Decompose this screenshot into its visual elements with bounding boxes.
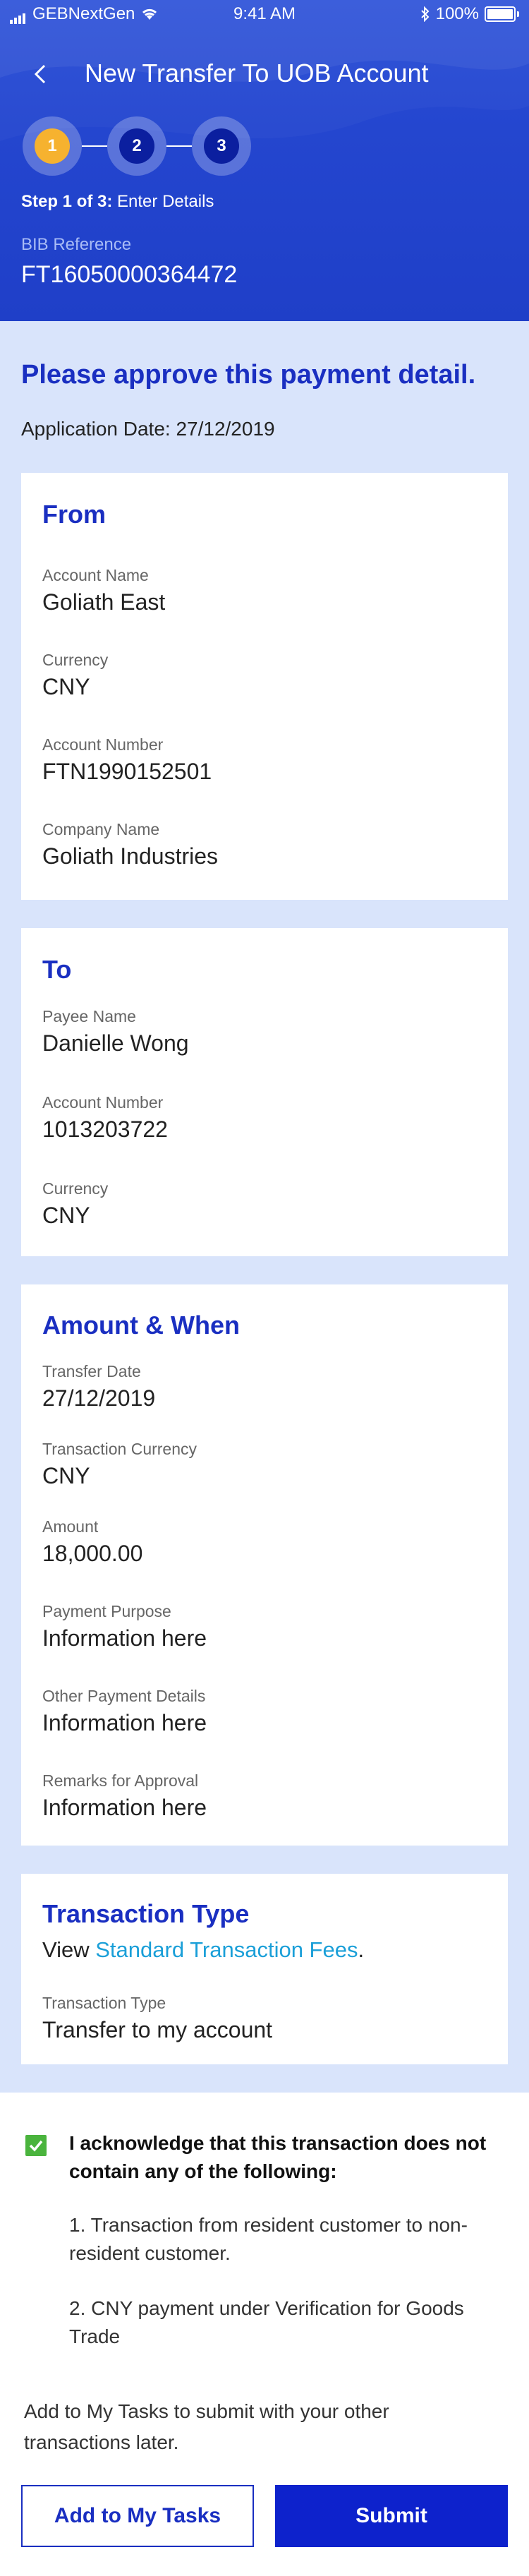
bib-reference-value: FT16050000364472	[21, 261, 238, 288]
field-label: Remarks for Approval	[42, 1771, 199, 1790]
approve-heading: Please approve this payment detail.	[21, 360, 476, 390]
acknowledge-text: I acknowledge that this transaction does…	[69, 2132, 487, 2182]
fees-line: View Standard Transaction Fees.	[42, 1937, 364, 1963]
field-label: Company Name	[42, 820, 160, 838]
card-title: Amount & When	[42, 1311, 240, 1340]
remarks-value: Information here	[42, 1795, 207, 1820]
step-3: 3	[192, 116, 251, 176]
field-label: Account Name	[42, 566, 149, 584]
page-title: New Transfer To UOB Account	[85, 59, 429, 88]
field-label: Account Number	[42, 735, 164, 754]
stepper: 1 2 3	[23, 116, 251, 176]
payment-purpose-value: Information here	[42, 1625, 207, 1651]
transfer-date-value: 27/12/2019	[42, 1385, 156, 1411]
battery-icon	[485, 6, 516, 22]
amount-card: Amount & When Transfer Date 27/12/2019 T…	[21, 1284, 508, 1846]
add-to-my-tasks-button[interactable]: Add to My Tasks	[21, 2485, 254, 2547]
submit-button[interactable]: Submit	[275, 2485, 508, 2547]
currency-value: CNY	[42, 1203, 90, 1228]
acknowledge-checkbox[interactable]	[25, 2135, 47, 2156]
chevron-left-icon[interactable]	[27, 60, 55, 88]
carrier-name: GEBNextGen	[32, 4, 135, 23]
transaction-type-value: Transfer to my account	[42, 2017, 273, 2042]
step-number: 3	[204, 128, 239, 164]
step-number: 2	[119, 128, 154, 164]
account-number-value: 1013203722	[42, 1117, 168, 1142]
company-name-value: Goliath Industries	[42, 843, 219, 869]
status-bar: GEBNextGen 9:41 AM 100%	[0, 0, 529, 28]
other-payment-details-value: Information here	[42, 1710, 207, 1735]
field-label: Payee Name	[42, 1007, 136, 1025]
bib-reference-label: BIB Reference	[21, 235, 132, 254]
transaction-currency-value: CNY	[42, 1463, 90, 1488]
payee-name-value: Danielle Wong	[42, 1030, 189, 1056]
currency-value: CNY	[42, 674, 90, 699]
step-caption: Step 1 of 3: Enter Details	[21, 192, 214, 212]
amount-value: 18,000.00	[42, 1541, 143, 1566]
list-item: 2. CNY payment under Verification for Go…	[69, 2297, 464, 2347]
step-caption-text: Enter Details	[117, 192, 214, 211]
field-label: Account Number	[42, 1093, 164, 1112]
battery-percent: 100%	[435, 4, 479, 23]
view-prefix: View	[42, 1937, 96, 1962]
application-date: Application Date: 27/12/2019	[21, 418, 275, 440]
account-name-value: Goliath East	[42, 589, 166, 615]
field-label: Other Payment Details	[42, 1687, 206, 1705]
battery-tip	[517, 11, 519, 17]
nav-bar: New Transfer To UOB Account	[0, 53, 529, 95]
step-1: 1	[23, 116, 82, 176]
header: GEBNextGen 9:41 AM 100% New Transfer To …	[0, 0, 529, 321]
account-number-value: FTN1990152501	[42, 759, 212, 784]
field-label: Currency	[42, 651, 109, 669]
field-label: Currency	[42, 1179, 109, 1198]
list-item: 1. Transaction from resident customer to…	[69, 2214, 468, 2264]
bluetooth-icon	[420, 6, 430, 22]
step-2: 2	[107, 116, 166, 176]
step-connector	[82, 145, 107, 147]
step-caption-prefix: Step 1 of 3:	[21, 192, 113, 211]
field-label: Transaction Currency	[42, 1440, 197, 1458]
field-label: Amount	[42, 1517, 99, 1536]
standard-fees-link[interactable]: Standard Transaction Fees	[95, 1937, 358, 1962]
wifi-icon	[142, 8, 157, 20]
field-label: Payment Purpose	[42, 1602, 171, 1620]
step-connector	[166, 145, 192, 147]
card-title: From	[42, 500, 106, 529]
card-title: To	[42, 955, 72, 984]
footer: I acknowledge that this transaction does…	[0, 2093, 529, 2576]
from-card: From Account Name Goliath East Currency …	[21, 473, 508, 900]
field-label: Transaction Type	[42, 1994, 166, 2012]
signal-icon	[10, 4, 27, 24]
view-suffix: .	[358, 1937, 365, 1962]
card-title: Transaction Type	[42, 1899, 250, 1928]
step-number: 1	[35, 128, 70, 164]
to-card: To Payee Name Danielle Wong Account Numb…	[21, 928, 508, 1256]
add-to-tasks-note: Add to My Tasks to submit with your othe…	[24, 2400, 389, 2453]
check-icon	[29, 2140, 43, 2152]
field-label: Transfer Date	[42, 1362, 141, 1380]
transaction-type-card: Transaction Type View Standard Transacti…	[21, 1874, 508, 2064]
